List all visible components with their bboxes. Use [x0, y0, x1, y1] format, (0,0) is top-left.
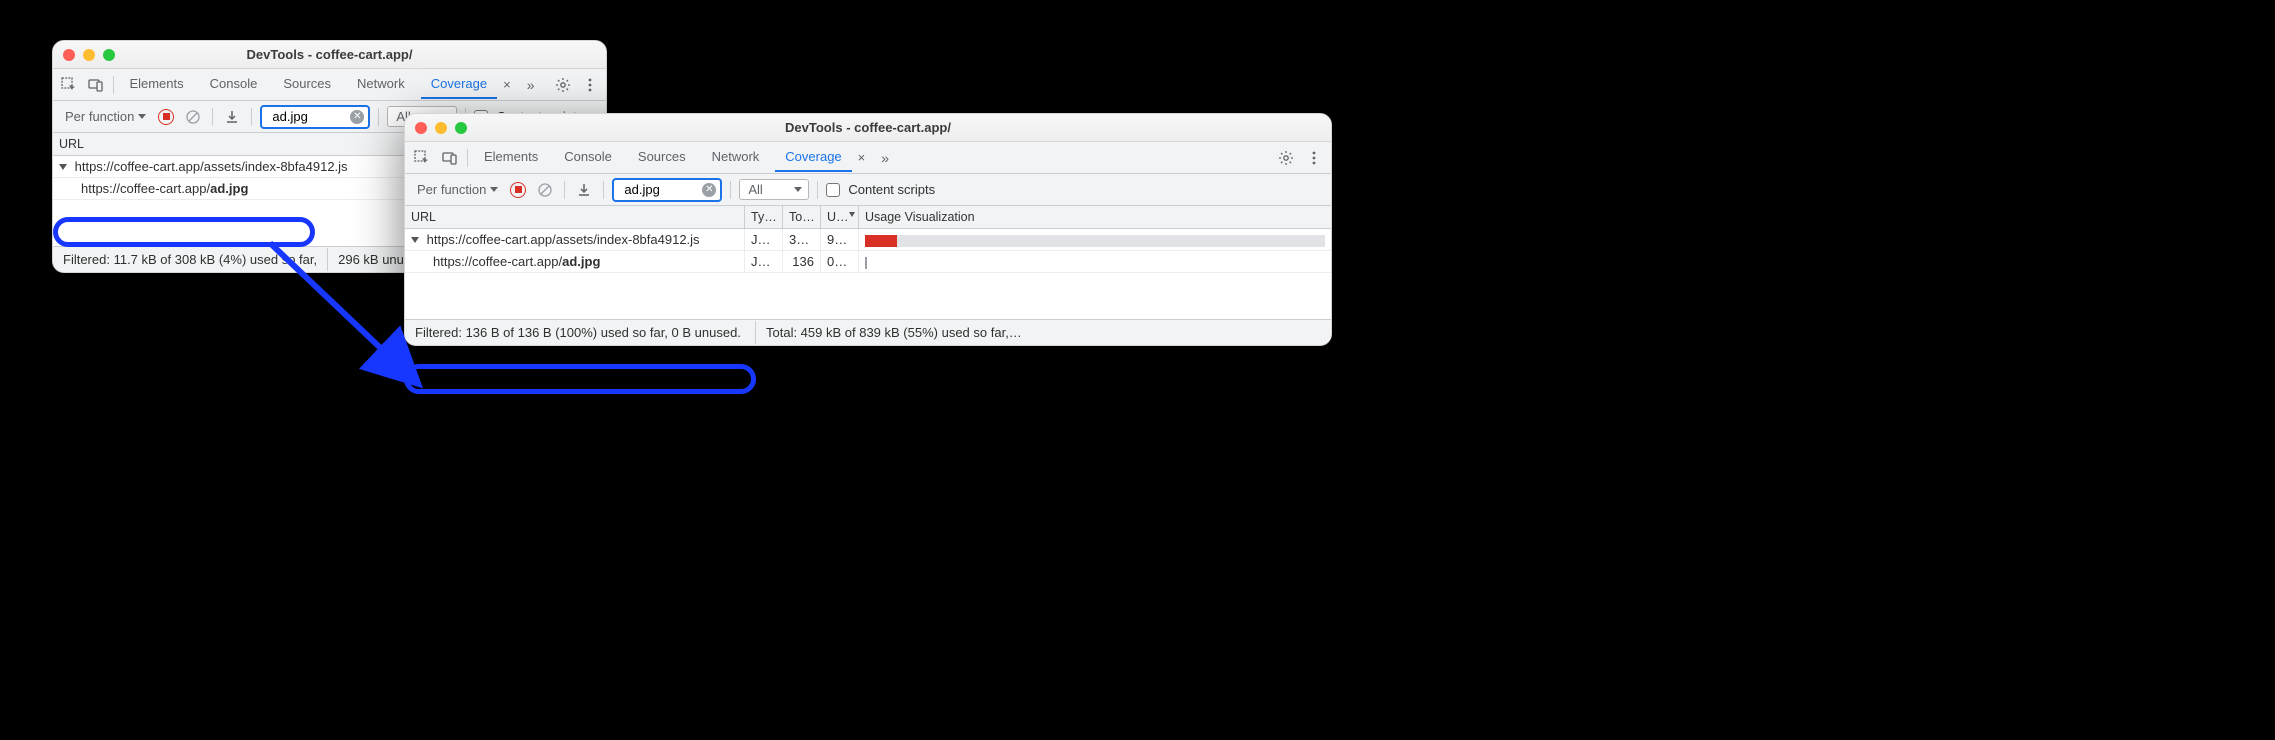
panel-tabbar: Elements Console Sources Network Coverag…: [405, 142, 1331, 174]
tab-console[interactable]: Console: [200, 70, 268, 99]
separator: [251, 108, 252, 126]
col-total[interactable]: To…: [783, 206, 821, 228]
record-button[interactable]: [158, 109, 174, 125]
table-row[interactable]: https://coffee-cart.app/assets/index-8bf…: [405, 229, 1331, 251]
tab-network[interactable]: Network: [702, 143, 770, 172]
record-button[interactable]: [510, 182, 526, 198]
devtools-window-after: DevTools - coffee-cart.app/ Elements Con…: [404, 113, 1332, 346]
col-url[interactable]: URL: [405, 206, 745, 228]
annotation-highlight: [404, 364, 756, 394]
row-type: JS…: [745, 229, 783, 250]
row-type: JS…: [745, 251, 783, 272]
row-url: https://coffee-cart.app/assets/index-8bf…: [427, 232, 700, 247]
tab-sources[interactable]: Sources: [273, 70, 341, 99]
window-title: DevTools - coffee-cart.app/: [53, 47, 606, 62]
separator: [467, 149, 468, 167]
col-unused[interactable]: U…: [821, 206, 859, 228]
separator: [212, 108, 213, 126]
granularity-dropdown[interactable]: Per function: [61, 107, 150, 126]
row-url: https://coffee-cart.app/assets/index-8bf…: [75, 159, 348, 174]
export-icon[interactable]: [573, 179, 595, 201]
row-url-match: ad.jpg: [562, 254, 600, 269]
type-filter-label: All: [748, 182, 762, 197]
more-tabs-icon[interactable]: »: [875, 146, 895, 170]
table-row[interactable]: https://coffee-cart.app/ad.jpg JS… 136 0…: [405, 251, 1331, 273]
type-filter-dropdown[interactable]: All: [739, 179, 809, 200]
coverage-rows: https://coffee-cart.app/assets/index-8bf…: [405, 229, 1331, 319]
content-scripts-checkbox[interactable]: [826, 183, 840, 197]
more-tabs-icon[interactable]: »: [521, 73, 541, 97]
row-unused: 96…: [821, 229, 859, 250]
status-filtered: Filtered: 11.7 kB of 308 kB (4%) used so…: [53, 248, 327, 271]
panel-tabbar: Elements Console Sources Network Coverag…: [53, 69, 606, 101]
row-viz: [859, 252, 1331, 272]
row-url-prefix: https://coffee-cart.app/: [81, 181, 210, 196]
titlebar[interactable]: DevTools - coffee-cart.app/: [405, 114, 1331, 142]
tab-elements[interactable]: Elements: [474, 143, 548, 172]
granularity-label: Per function: [417, 182, 486, 197]
url-filter-input[interactable]: ✕: [612, 178, 722, 202]
disclosure-triangle-icon[interactable]: [411, 237, 419, 243]
tab-console[interactable]: Console: [554, 143, 622, 172]
separator: [817, 181, 818, 199]
separator: [730, 181, 731, 199]
inspect-icon[interactable]: [411, 147, 433, 169]
chevron-down-icon: [138, 114, 146, 119]
sort-indicator-icon: [849, 212, 855, 217]
row-unused: 0…: [821, 251, 859, 272]
settings-gear-icon[interactable]: [553, 74, 574, 96]
status-filtered: Filtered: 136 B of 136 B (100%) used so …: [405, 321, 755, 344]
separator: [113, 76, 114, 94]
granularity-dropdown[interactable]: Per function: [413, 180, 502, 199]
tab-coverage[interactable]: Coverage: [775, 143, 851, 172]
row-total: 136: [783, 251, 821, 272]
export-icon[interactable]: [221, 106, 243, 128]
separator: [564, 181, 565, 199]
col-viz[interactable]: Usage Visualization: [859, 206, 1331, 228]
separator: [378, 108, 379, 126]
tab-network[interactable]: Network: [347, 70, 415, 99]
close-tab-icon[interactable]: ×: [499, 73, 515, 96]
content-scripts-label: Content scripts: [848, 182, 935, 197]
row-viz: [859, 230, 1331, 250]
status-bar: Filtered: 136 B of 136 B (100%) used so …: [405, 319, 1331, 345]
settings-gear-icon[interactable]: [1275, 147, 1297, 169]
chevron-down-icon: [794, 187, 802, 192]
column-headers: URL Ty… To… U… Usage Visualization: [405, 206, 1331, 229]
status-total: Total: 459 kB of 839 kB (55%) used so fa…: [755, 321, 1331, 344]
clear-icon[interactable]: [182, 106, 204, 128]
window-title: DevTools - coffee-cart.app/: [405, 120, 1331, 135]
coverage-toolbar: Per function ✕ All Content scripts: [405, 174, 1331, 206]
row-total: 30…: [783, 229, 821, 250]
row-url-prefix: https://coffee-cart.app/: [433, 254, 562, 269]
col-type[interactable]: Ty…: [745, 206, 783, 228]
clear-filter-icon[interactable]: ✕: [350, 110, 364, 124]
url-filter-input[interactable]: ✕: [260, 105, 370, 129]
granularity-label: Per function: [65, 109, 134, 124]
row-url-match: ad.jpg: [210, 181, 248, 196]
tab-coverage[interactable]: Coverage: [421, 70, 497, 99]
device-toolbar-icon[interactable]: [86, 74, 107, 96]
url-filter-text[interactable]: [622, 181, 702, 198]
chevron-down-icon: [490, 187, 498, 192]
tab-elements[interactable]: Elements: [119, 70, 193, 99]
device-toolbar-icon[interactable]: [439, 147, 461, 169]
inspect-icon[interactable]: [59, 74, 80, 96]
titlebar[interactable]: DevTools - coffee-cart.app/: [53, 41, 606, 69]
kebab-menu-icon[interactable]: [1303, 147, 1325, 169]
separator: [603, 181, 604, 199]
kebab-menu-icon[interactable]: [579, 74, 600, 96]
clear-icon[interactable]: [534, 179, 556, 201]
close-tab-icon[interactable]: ×: [854, 146, 870, 169]
clear-filter-icon[interactable]: ✕: [702, 183, 716, 197]
url-filter-text[interactable]: [270, 108, 350, 125]
tab-sources[interactable]: Sources: [628, 143, 696, 172]
disclosure-triangle-icon[interactable]: [59, 164, 67, 170]
